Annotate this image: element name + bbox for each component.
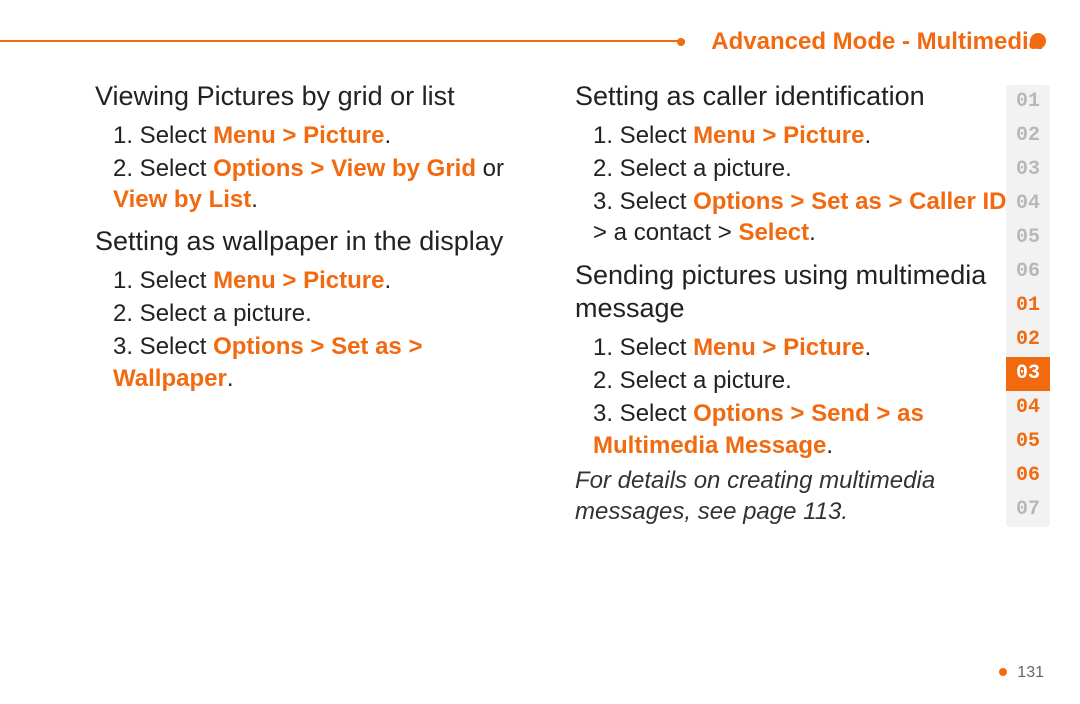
left-column: Viewing Pictures by grid or list 1. Sele… bbox=[95, 70, 535, 644]
steps-list: 1. Select Menu > Picture. 2. Select a pi… bbox=[575, 120, 1015, 249]
side-index-item[interactable]: 04 bbox=[1006, 187, 1050, 221]
bullet-icon bbox=[677, 38, 685, 46]
end-bullet-icon bbox=[1030, 33, 1046, 49]
step-item: 1. Select Menu > Picture. bbox=[593, 120, 1015, 151]
step-item: 1. Select Menu > Picture. bbox=[113, 265, 535, 296]
side-index-item[interactable]: 05 bbox=[1006, 221, 1050, 255]
side-index-item[interactable]: 06 bbox=[1006, 255, 1050, 289]
cross-reference-note: For details on creating multimedia messa… bbox=[575, 465, 1015, 527]
content-columns: Viewing Pictures by grid or list 1. Sele… bbox=[95, 70, 1020, 644]
section-heading-caller-id: Setting as caller identification bbox=[575, 80, 1015, 114]
step-item: 2. Select Options > View by Grid or View… bbox=[113, 153, 535, 215]
section-heading-send-mms: Sending pictures using multimedia messag… bbox=[575, 259, 1015, 327]
step-item: 3. Select Options > Set as > Wallpaper. bbox=[113, 331, 535, 393]
side-index-item[interactable]: 03 bbox=[1006, 357, 1050, 391]
steps-list: 1. Select Menu > Picture. 2. Select a pi… bbox=[95, 265, 535, 394]
step-item: 2. Select a picture. bbox=[113, 298, 535, 329]
right-column: Setting as caller identification 1. Sele… bbox=[575, 70, 1015, 644]
section-heading-view-grid-list: Viewing Pictures by grid or list bbox=[95, 80, 535, 114]
step-item: 3. Select Options > Send > as Multimedia… bbox=[593, 398, 1015, 460]
steps-list: 1. Select Menu > Picture. 2. Select a pi… bbox=[575, 332, 1015, 461]
side-index-item[interactable]: 02 bbox=[1006, 119, 1050, 153]
header-title: Advanced Mode - Multimedia bbox=[711, 28, 1042, 55]
steps-list: 1. Select Menu > Picture. 2. Select Opti… bbox=[95, 120, 535, 216]
step-item: 3. Select Options > Set as > Caller ID >… bbox=[593, 186, 1015, 248]
step-item: 2. Select a picture. bbox=[593, 153, 1015, 184]
side-index-item[interactable]: 03 bbox=[1006, 153, 1050, 187]
header-title-tab: Advanced Mode - Multimedia bbox=[685, 28, 1050, 56]
side-index-item[interactable]: 05 bbox=[1006, 425, 1050, 459]
side-index: 01020304050601020304050607 bbox=[1006, 85, 1050, 527]
page-number: 131 bbox=[999, 664, 1044, 682]
side-index-item[interactable]: 04 bbox=[1006, 391, 1050, 425]
step-item: 2. Select a picture. bbox=[593, 365, 1015, 396]
section-heading-wallpaper: Setting as wallpaper in the display bbox=[95, 225, 535, 259]
side-index-item[interactable]: 06 bbox=[1006, 459, 1050, 493]
side-index-item[interactable]: 07 bbox=[1006, 493, 1050, 527]
step-item: 1. Select Menu > Picture. bbox=[113, 120, 535, 151]
side-index-item[interactable]: 01 bbox=[1006, 289, 1050, 323]
side-index-item[interactable]: 01 bbox=[1006, 85, 1050, 119]
side-index-item[interactable]: 02 bbox=[1006, 323, 1050, 357]
step-item: 1. Select Menu > Picture. bbox=[593, 332, 1015, 363]
manual-page: Advanced Mode - Multimedia Viewing Pictu… bbox=[0, 0, 1080, 704]
